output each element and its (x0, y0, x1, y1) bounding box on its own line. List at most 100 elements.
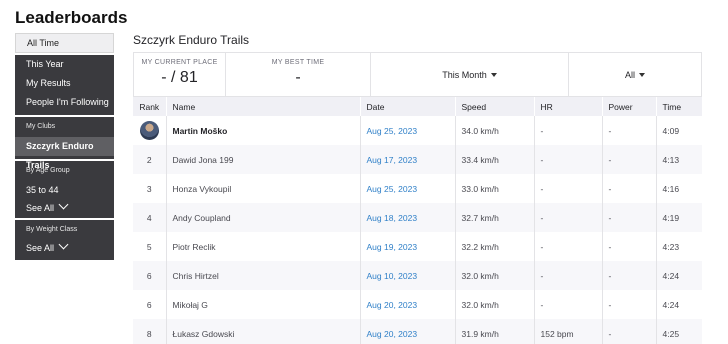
hr-cell: - (534, 203, 603, 232)
col-time[interactable]: Time (656, 97, 702, 116)
effort-date-link[interactable]: Aug 25, 2023 (360, 116, 456, 145)
table-row[interactable]: 8 Łukasz Gdowski Aug 20, 2023 31.9 km/h … (133, 319, 702, 344)
weight-see-all-label: See All (26, 243, 55, 253)
chevron-down-icon (58, 239, 69, 250)
scope-filter-dropdown[interactable]: All (569, 53, 701, 96)
summary-bar: MY CURRENT PLACE - / 81 MY BEST TIME - T… (133, 52, 702, 97)
table-row[interactable]: 5 Piotr Reclik Aug 19, 2023 32.2 km/h - … (133, 232, 702, 261)
segment-title: Szczyrk Enduro Trails (133, 33, 250, 47)
power-cell: - (602, 261, 657, 290)
athlete-name-link[interactable]: Chris Hirtzel (166, 261, 361, 290)
effort-date-link[interactable]: Aug 17, 2023 (360, 145, 456, 174)
athlete-name-link[interactable]: Łukasz Gdowski (166, 319, 361, 344)
rank-cell: 3 (133, 174, 167, 203)
best-time-stat: MY BEST TIME - (226, 53, 371, 96)
chevron-down-icon (58, 199, 69, 210)
rank-cell: 2 (133, 145, 167, 174)
effort-date-link[interactable]: Aug 10, 2023 (360, 261, 456, 290)
col-name[interactable]: Name (166, 97, 361, 116)
rank-cell: 6 (133, 261, 167, 290)
power-cell: - (602, 290, 657, 319)
current-place-label: MY CURRENT PLACE (141, 59, 218, 66)
age-see-all-label: See All (26, 203, 55, 213)
time-cell: 4:24 (662, 299, 680, 310)
scope-filter-label: All (624, 69, 635, 80)
leaderboard-table: Rank Name Date Speed HR Power Time Marti… (133, 97, 702, 344)
time-cell: 4:16 (662, 183, 680, 194)
col-speed[interactable]: Speed (455, 97, 535, 116)
speed-cell: 33.4 km/h (455, 145, 535, 174)
athlete-name-link[interactable]: Andy Coupland (166, 203, 361, 232)
effort-date-link[interactable]: Aug 18, 2023 (360, 203, 456, 232)
athlete-name-link[interactable]: Mikołaj G (166, 290, 361, 319)
speed-cell: 31.9 km/h (455, 319, 535, 344)
rank-cell: 4 (133, 203, 167, 232)
athlete-name-link[interactable]: Honza Vykoupil (166, 174, 361, 203)
hr-cell: 152 bpm (534, 319, 603, 344)
rank-cell: 8 (133, 319, 167, 344)
time-cell: 4:25 (656, 319, 702, 344)
age-group-header: By Age Group (26, 167, 70, 174)
time-cell: 4:23 (662, 241, 680, 252)
speed-cell: 32.7 km/h (455, 203, 535, 232)
sidebar-item-all-time[interactable]: All Time (15, 33, 114, 53)
time-cell: 4:19 (656, 203, 702, 232)
table-row[interactable]: 4 Andy Coupland Aug 18, 2023 32.7 km/h -… (133, 203, 702, 232)
weight-class-header: By Weight Class (26, 226, 78, 233)
hr-cell: - (534, 261, 603, 290)
hr-cell: - (534, 116, 603, 145)
power-cell: - (602, 116, 657, 145)
speed-cell: 32.0 km/h (455, 290, 535, 319)
table-row[interactable]: 3 Honza Vykoupil Aug 25, 2023 33.0 km/h … (133, 174, 702, 203)
speed-cell: 34.0 km/h (455, 116, 535, 145)
effort-date-link[interactable]: Aug 25, 2023 (360, 174, 456, 203)
table-row[interactable]: Martin Moško Aug 25, 2023 34.0 km/h - - … (133, 116, 702, 145)
sidebar-item-following[interactable]: People I'm Following (15, 93, 114, 112)
best-time-value: - (295, 69, 301, 86)
caret-down-icon (639, 72, 645, 77)
sidebar-item-this-year[interactable]: This Year (15, 55, 114, 74)
hr-cell: - (534, 290, 603, 319)
athlete-name-link[interactable]: Dawid Jona 199 (166, 145, 361, 174)
table-row[interactable]: 6 Chris Hirtzel Aug 10, 2023 32.0 km/h -… (133, 261, 702, 290)
power-cell: - (602, 319, 657, 344)
leaderboard-sidebar: All Time This Year My Results People I'm… (15, 33, 114, 260)
rank-cell (133, 116, 167, 145)
athlete-name-link[interactable]: Martin Moško (166, 116, 361, 145)
weight-group: By Weight Class See All (15, 218, 114, 260)
effort-date-link[interactable]: Aug 19, 2023 (360, 232, 456, 261)
effort-date-link[interactable]: Aug 20, 2023 (360, 290, 456, 319)
col-power[interactable]: Power (602, 97, 657, 116)
speed-cell: 32.0 km/h (455, 261, 535, 290)
leaderboard-main: Szczyrk Enduro Trails MY CURRENT PLACE -… (133, 33, 702, 344)
current-place-value: - / 81 (161, 69, 198, 86)
col-date[interactable]: Date (360, 97, 456, 116)
clubs-header: My Clubs (26, 123, 56, 130)
rank-cell: 6 (133, 290, 167, 319)
sidebar-item-club[interactable]: Szczyrk Enduro Trails (15, 137, 114, 170)
caret-down-icon (490, 72, 497, 77)
page-title: Leaderboards (15, 8, 128, 27)
power-cell: - (602, 232, 657, 261)
age-see-all-button[interactable]: See All (15, 199, 114, 218)
time-filter-dropdown[interactable]: This Month (371, 53, 569, 96)
rank-cell: 5 (133, 232, 167, 261)
weight-see-all-button[interactable]: See All (15, 239, 114, 260)
speed-cell: 33.0 km/h (455, 174, 535, 203)
hr-cell: - (534, 145, 603, 174)
clubs-group: My Clubs Szczyrk Enduro Trails (15, 115, 114, 170)
time-cell: 4:24 (656, 261, 702, 290)
effort-date-link[interactable]: Aug 20, 2023 (360, 319, 456, 344)
power-cell: - (602, 203, 657, 232)
athlete-name-link[interactable]: Piotr Reclik (166, 232, 361, 261)
table-row[interactable]: 6 Mikołaj G Aug 20, 2023 32.0 km/h - - 4… (133, 290, 702, 319)
table-row[interactable]: 2 Dawid Jona 199 Aug 17, 2023 33.4 km/h … (133, 145, 702, 174)
table-header-row: Rank Name Date Speed HR Power Time (133, 97, 702, 116)
col-rank[interactable]: Rank (133, 97, 167, 116)
power-cell: - (602, 145, 657, 174)
best-time-label: MY BEST TIME (271, 59, 325, 66)
col-hr[interactable]: HR (534, 97, 603, 116)
sidebar-item-my-results[interactable]: My Results (15, 74, 114, 93)
time-filter-label: This Month (442, 69, 487, 80)
sidebar-item-age-35-44[interactable]: 35 to 44 (15, 181, 114, 200)
